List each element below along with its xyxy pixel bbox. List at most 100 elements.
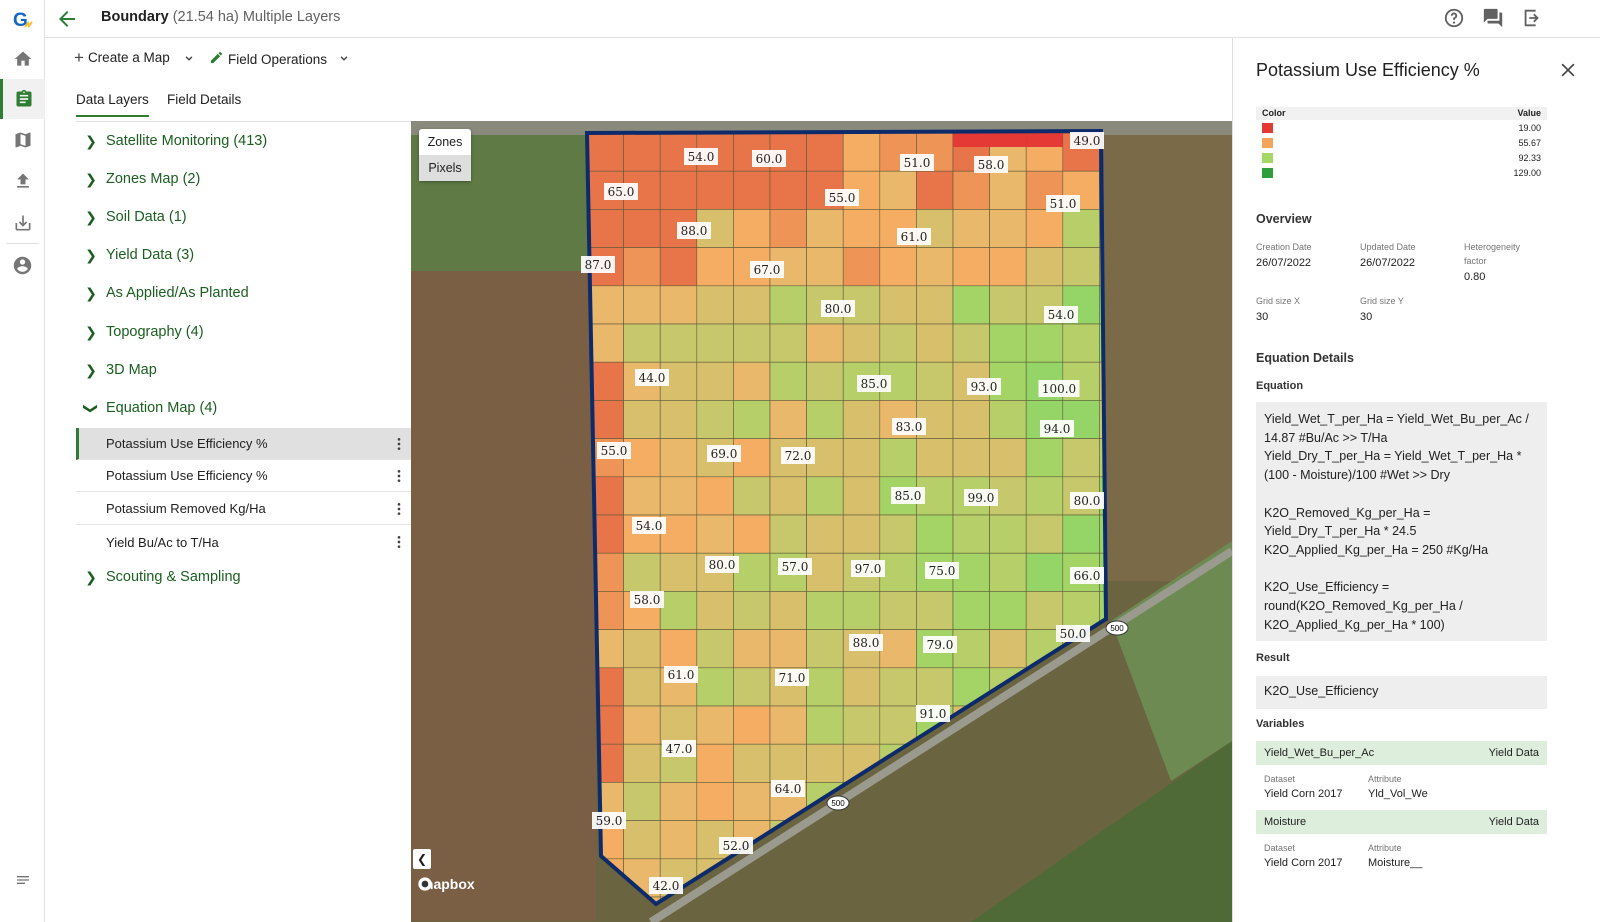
grid-cell[interactable]: [806, 552, 844, 592]
pixels-toggle-button[interactable]: Pixels: [419, 155, 471, 181]
grid-cell[interactable]: [696, 476, 734, 516]
grid-cell[interactable]: [952, 591, 990, 630]
upload-icon[interactable]: [0, 161, 45, 201]
create-map-dropdown[interactable]: [182, 51, 196, 68]
grid-cell[interactable]: [879, 285, 917, 325]
grid-cell[interactable]: [842, 247, 881, 287]
create-map-button[interactable]: + Create a Map: [74, 49, 170, 66]
equation-layer-item[interactable]: Potassium Use Efficiency %: [76, 428, 411, 460]
grid-cell[interactable]: [952, 514, 990, 554]
grid-cell[interactable]: [623, 705, 661, 745]
mapbox-attribution[interactable]: mapbox: [417, 876, 475, 892]
grid-cell[interactable]: [733, 629, 771, 669]
grid-cell[interactable]: [733, 285, 771, 325]
more-vert-icon[interactable]: [391, 534, 407, 550]
grid-cell[interactable]: [769, 400, 807, 439]
grid-cell[interactable]: [916, 247, 954, 287]
grid-cell[interactable]: [989, 629, 1027, 669]
tab-data-layers[interactable]: Data Layers: [76, 92, 149, 117]
grid-cell[interactable]: [952, 629, 990, 669]
grid-cell[interactable]: [1025, 247, 1064, 287]
grid-cell[interactable]: [916, 170, 954, 210]
grid-cell[interactable]: [989, 514, 1027, 554]
grid-cell[interactable]: [879, 323, 917, 363]
grid-cell[interactable]: [659, 820, 698, 860]
grid-cell[interactable]: [989, 552, 1027, 592]
grid-cell[interactable]: [733, 476, 771, 516]
grid-cell[interactable]: [623, 209, 661, 248]
map-canvas[interactable]: 54.0 60.0 51.0 58.0 49.0 65.0 55.0 51.0 88.0 61.0…: [411, 121, 1232, 922]
logout-icon[interactable]: [1521, 7, 1545, 31]
grid-cell[interactable]: [916, 591, 954, 630]
grid-cell[interactable]: [696, 743, 734, 783]
grid-cell[interactable]: [1026, 133, 1063, 147]
grid-cell[interactable]: [733, 361, 771, 401]
grid-cell[interactable]: [989, 591, 1027, 630]
grid-cell[interactable]: [806, 743, 844, 783]
field-operations-button[interactable]: Field Operations: [209, 50, 327, 68]
grid-cell[interactable]: [659, 285, 698, 325]
grid-cell[interactable]: [769, 629, 807, 669]
grid-cell[interactable]: [879, 247, 917, 287]
grid-cell[interactable]: [916, 285, 954, 325]
grid-cell[interactable]: [1025, 552, 1064, 592]
more-vert-icon[interactable]: [391, 501, 407, 517]
grid-cell[interactable]: [842, 514, 881, 554]
grid-cell[interactable]: [916, 514, 954, 554]
grid-cell[interactable]: [733, 782, 771, 821]
layer-group-equation-map[interactable]: ❯ Equation Map (4): [76, 389, 411, 427]
grid-cell[interactable]: [696, 667, 734, 707]
grid-cell[interactable]: [989, 209, 1027, 248]
grid-cell[interactable]: [769, 476, 807, 516]
more-vert-icon[interactable]: [391, 436, 407, 452]
grid-cell[interactable]: [806, 247, 844, 287]
grid-cell[interactable]: [1062, 591, 1100, 630]
download-icon[interactable]: [0, 203, 45, 243]
grid-cell[interactable]: [916, 361, 954, 401]
grid-cell[interactable]: [916, 438, 954, 478]
grid-cell[interactable]: [696, 629, 734, 669]
grid-cell[interactable]: [659, 629, 698, 669]
grid-cell[interactable]: [696, 514, 734, 554]
grid-cell[interactable]: [806, 476, 844, 516]
grid-cell[interactable]: [733, 209, 771, 248]
layer-group-topography[interactable]: ❯ Topography (4): [76, 313, 411, 351]
grid-cell[interactable]: [659, 170, 698, 210]
grid-cell[interactable]: [989, 247, 1027, 287]
grid-cell[interactable]: [769, 591, 807, 630]
grid-cell[interactable]: [769, 285, 807, 325]
grid-cell[interactable]: [623, 820, 661, 860]
grid-cell[interactable]: [989, 133, 1027, 147]
more-vert-icon[interactable]: [391, 468, 407, 484]
back-arrow-icon[interactable]: [55, 7, 79, 31]
grid-cell[interactable]: [806, 591, 844, 630]
grid-cell[interactable]: [952, 285, 990, 325]
layer-group-as-applied[interactable]: ❯ As Applied/As Planted: [76, 274, 411, 312]
grid-cell[interactable]: [696, 361, 734, 401]
grid-cell[interactable]: [806, 667, 844, 707]
grid-cell[interactable]: [1025, 591, 1064, 630]
grid-cell[interactable]: [623, 629, 661, 669]
grid-cell[interactable]: [769, 514, 807, 554]
grid-cell[interactable]: [1062, 323, 1100, 363]
grid-cell[interactable]: [769, 323, 807, 363]
grid-cell[interactable]: [806, 132, 844, 172]
grid-cell[interactable]: [989, 170, 1027, 210]
clipboard-icon[interactable]: [0, 79, 45, 119]
grid-cell[interactable]: [623, 782, 661, 821]
account-icon[interactable]: [0, 245, 45, 285]
equation-layer-item[interactable]: Potassium Removed Kg/Ha: [76, 493, 411, 525]
grid-cell[interactable]: [952, 400, 990, 439]
grid-cell[interactable]: [659, 591, 698, 630]
grid-cell[interactable]: [842, 132, 881, 172]
grid-cell[interactable]: [879, 667, 917, 707]
grid-cell[interactable]: [696, 705, 734, 745]
grid-cell[interactable]: [733, 667, 771, 707]
grid-cell[interactable]: [1025, 476, 1064, 516]
grid-cell[interactable]: [842, 323, 881, 363]
equation-layer-item[interactable]: Potassium Use Efficiency %: [76, 460, 411, 492]
grid-cell[interactable]: [769, 705, 807, 745]
layer-group-soil[interactable]: ❯ Soil Data (1): [76, 198, 411, 236]
grid-cell[interactable]: [769, 209, 807, 248]
grid-cell[interactable]: [659, 323, 698, 363]
